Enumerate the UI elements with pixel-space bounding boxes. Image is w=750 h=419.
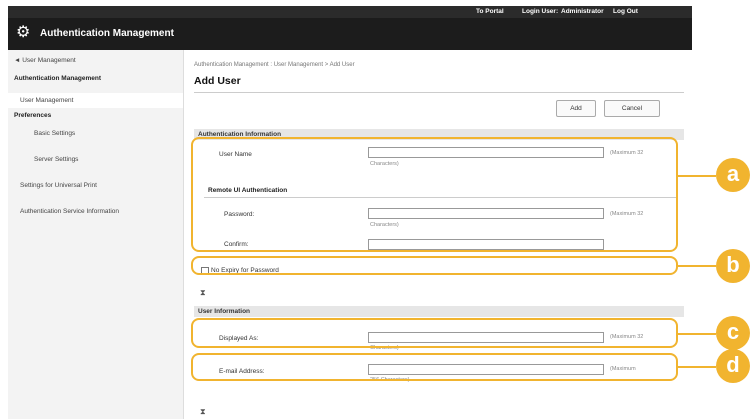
callout-box-a [191,137,678,252]
collapse-toggle-icon-2[interactable]: ⧗ [200,407,206,417]
sidebar-item-universal-print[interactable]: Settings for Universal Print [20,182,97,189]
page-title: Add User [194,75,241,87]
callout-line-d [678,366,716,368]
cancel-button[interactable]: Cancel [604,100,660,117]
collapse-toggle-icon[interactable]: ⧗ [200,288,206,298]
sidebar-heading-authentication-management: Authentication Management [14,75,102,82]
sidebar-item-auth-service-info[interactable]: Authentication Service Information [20,208,119,215]
login-user-label: Login User: [522,8,559,15]
gear-icon: ⚙ [16,24,31,41]
user-info-section: User Information [194,306,684,317]
to-portal-link[interactable]: To Portal [476,8,504,15]
callout-line-a [678,175,716,177]
sidebar-item-back-user-management[interactable]: ◄ User Management [14,57,76,64]
breadcrumb: Authentication Management : User Managem… [194,62,355,68]
sidebar-heading-preferences: Preferences [14,112,52,119]
sidebar-item-user-management[interactable]: User Management [8,93,183,108]
sidebar-item-server-settings[interactable]: Server Settings [34,156,78,163]
callout-box-c [191,318,678,348]
sidebar: ◄ User Management Authentication Managem… [8,50,184,419]
callout-badge-d: d [716,349,750,383]
app-title: Authentication Management [40,28,174,39]
title-divider [194,92,684,93]
title-bar: ⚙ Authentication Management [8,18,692,50]
callout-badge-c: c [716,316,750,350]
top-bar: To Portal Login User: Administrator Log … [8,6,692,18]
callout-box-d [191,353,678,381]
callout-line-c [678,333,716,335]
sidebar-item-basic-settings[interactable]: Basic Settings [34,130,75,137]
callout-line-b [678,265,716,267]
callout-box-b [191,256,678,275]
callout-badge-b: b [716,249,750,283]
add-button[interactable]: Add [556,100,596,117]
login-user-name: Administrator [561,8,604,15]
logout-link[interactable]: Log Out [613,8,638,15]
callout-badge-a: a [716,158,750,192]
